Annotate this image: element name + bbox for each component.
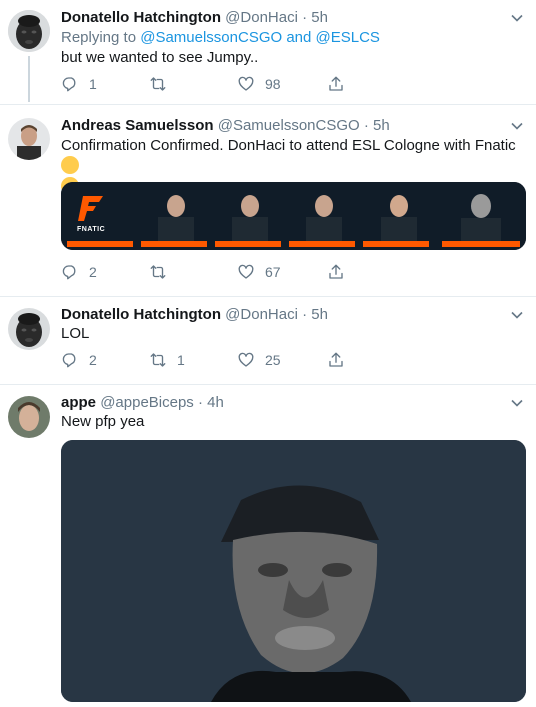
avatar[interactable] xyxy=(8,118,50,160)
caret-down-icon[interactable] xyxy=(510,11,524,25)
display-name[interactable]: appe xyxy=(61,394,96,411)
tweet-1[interactable]: Donatello Hatchington @DonHaci · 5h Repl… xyxy=(0,0,536,104)
like-icon xyxy=(238,264,254,279)
tweet-text-body: Confirmation Confirmed. DonHaci to atten… xyxy=(61,137,516,154)
timestamp[interactable]: 5h xyxy=(373,117,390,134)
tweet-2[interactable]: Andreas Samuelsson @SamuelssonCSGO · 5h … xyxy=(0,104,536,296)
reply-count: 2 xyxy=(89,352,97,368)
handle[interactable]: @DonHaci xyxy=(225,306,298,323)
tweet-3[interactable]: Donatello Hatchington @DonHaci · 5h LOL … xyxy=(0,296,536,384)
reply-icon xyxy=(62,77,76,92)
retweet-button[interactable] xyxy=(149,262,177,282)
tweet-header: Donatello Hatchington @DonHaci · 5h xyxy=(61,8,328,28)
tweet-text: New pfp yea xyxy=(61,413,145,430)
avatar-image xyxy=(8,308,50,350)
display-name[interactable]: Andreas Samuelsson xyxy=(61,117,214,134)
like-button[interactable]: 98 xyxy=(237,74,281,94)
replying-prefix: Replying to xyxy=(61,29,137,46)
replying-to-link[interactable]: @SamuelssonCSGO and @ESLCS xyxy=(140,29,380,46)
retweet-icon xyxy=(150,353,166,367)
reply-count: 2 xyxy=(89,264,97,280)
display-name[interactable]: Donatello Hatchington xyxy=(61,306,221,323)
replying-to: Replying to @SamuelssonCSGO and @ESLCS xyxy=(61,28,380,48)
avatar-image xyxy=(8,10,50,52)
tweet-media-image[interactable] xyxy=(61,440,526,702)
retweet-count: 1 xyxy=(177,352,185,368)
reply-icon xyxy=(62,353,76,368)
like-icon xyxy=(238,76,254,91)
share-icon xyxy=(329,76,343,91)
retweet-button[interactable]: 1 xyxy=(149,350,185,370)
share-icon xyxy=(329,352,343,367)
tweet-header: Donatello Hatchington @DonHaci · 5h xyxy=(61,305,328,325)
avatar-image xyxy=(8,118,50,160)
avatar[interactable] xyxy=(8,396,50,438)
avatar-image xyxy=(8,396,50,438)
separator: · xyxy=(363,117,369,134)
like-icon xyxy=(238,352,254,367)
reply-button[interactable]: 1 xyxy=(61,74,97,94)
caret-down-icon[interactable] xyxy=(510,396,524,410)
share-button[interactable] xyxy=(327,74,345,94)
display-name[interactable]: Donatello Hatchington xyxy=(61,9,221,26)
separator: · xyxy=(197,394,203,411)
tweet-header: Andreas Samuelsson @SamuelssonCSGO · 5h xyxy=(61,116,390,136)
handle[interactable]: @appeBiceps xyxy=(100,394,194,411)
reply-button[interactable]: 2 xyxy=(61,350,97,370)
timestamp[interactable]: 4h xyxy=(207,394,224,411)
reply-count: 1 xyxy=(89,76,97,92)
like-count: 98 xyxy=(265,76,281,92)
avatar[interactable] xyxy=(8,10,50,52)
retweet-icon xyxy=(150,77,166,91)
separator: · xyxy=(302,306,308,323)
fnatic-logo-text: FNATIC xyxy=(77,226,106,233)
like-count: 67 xyxy=(265,264,281,280)
fnatic-lineup-graphic xyxy=(61,182,526,250)
avatar[interactable] xyxy=(8,308,50,350)
tweet-4[interactable]: appe @appeBiceps · 4h New pfp yea xyxy=(0,384,536,707)
like-button[interactable]: 25 xyxy=(237,350,281,370)
tweet-text: but we wanted to see Jumpy.. xyxy=(61,49,259,66)
caret-down-icon[interactable] xyxy=(510,119,524,133)
timestamp[interactable]: 5h xyxy=(311,306,328,323)
retweet-icon xyxy=(150,265,166,279)
like-count: 25 xyxy=(265,352,281,368)
thread-line xyxy=(28,56,30,102)
share-button[interactable] xyxy=(327,350,345,370)
caret-down-icon[interactable] xyxy=(510,308,524,322)
share-icon xyxy=(329,264,343,279)
like-button[interactable]: 67 xyxy=(237,262,281,282)
reply-button[interactable]: 2 xyxy=(61,262,97,282)
handle[interactable]: @DonHaci xyxy=(225,9,298,26)
pixelated-portrait xyxy=(61,440,526,702)
handle[interactable]: @SamuelssonCSGO xyxy=(218,117,360,134)
reply-icon xyxy=(62,265,76,280)
share-button[interactable] xyxy=(327,262,345,282)
separator: · xyxy=(302,9,308,26)
screaming-face-emoji xyxy=(61,156,79,174)
retweet-button[interactable] xyxy=(149,74,177,94)
timestamp[interactable]: 5h xyxy=(311,9,328,26)
tweet-header: appe @appeBiceps · 4h xyxy=(61,393,224,413)
tweet-media-image[interactable]: FNATIC xyxy=(61,182,526,250)
tweet-text: LOL xyxy=(61,325,90,342)
